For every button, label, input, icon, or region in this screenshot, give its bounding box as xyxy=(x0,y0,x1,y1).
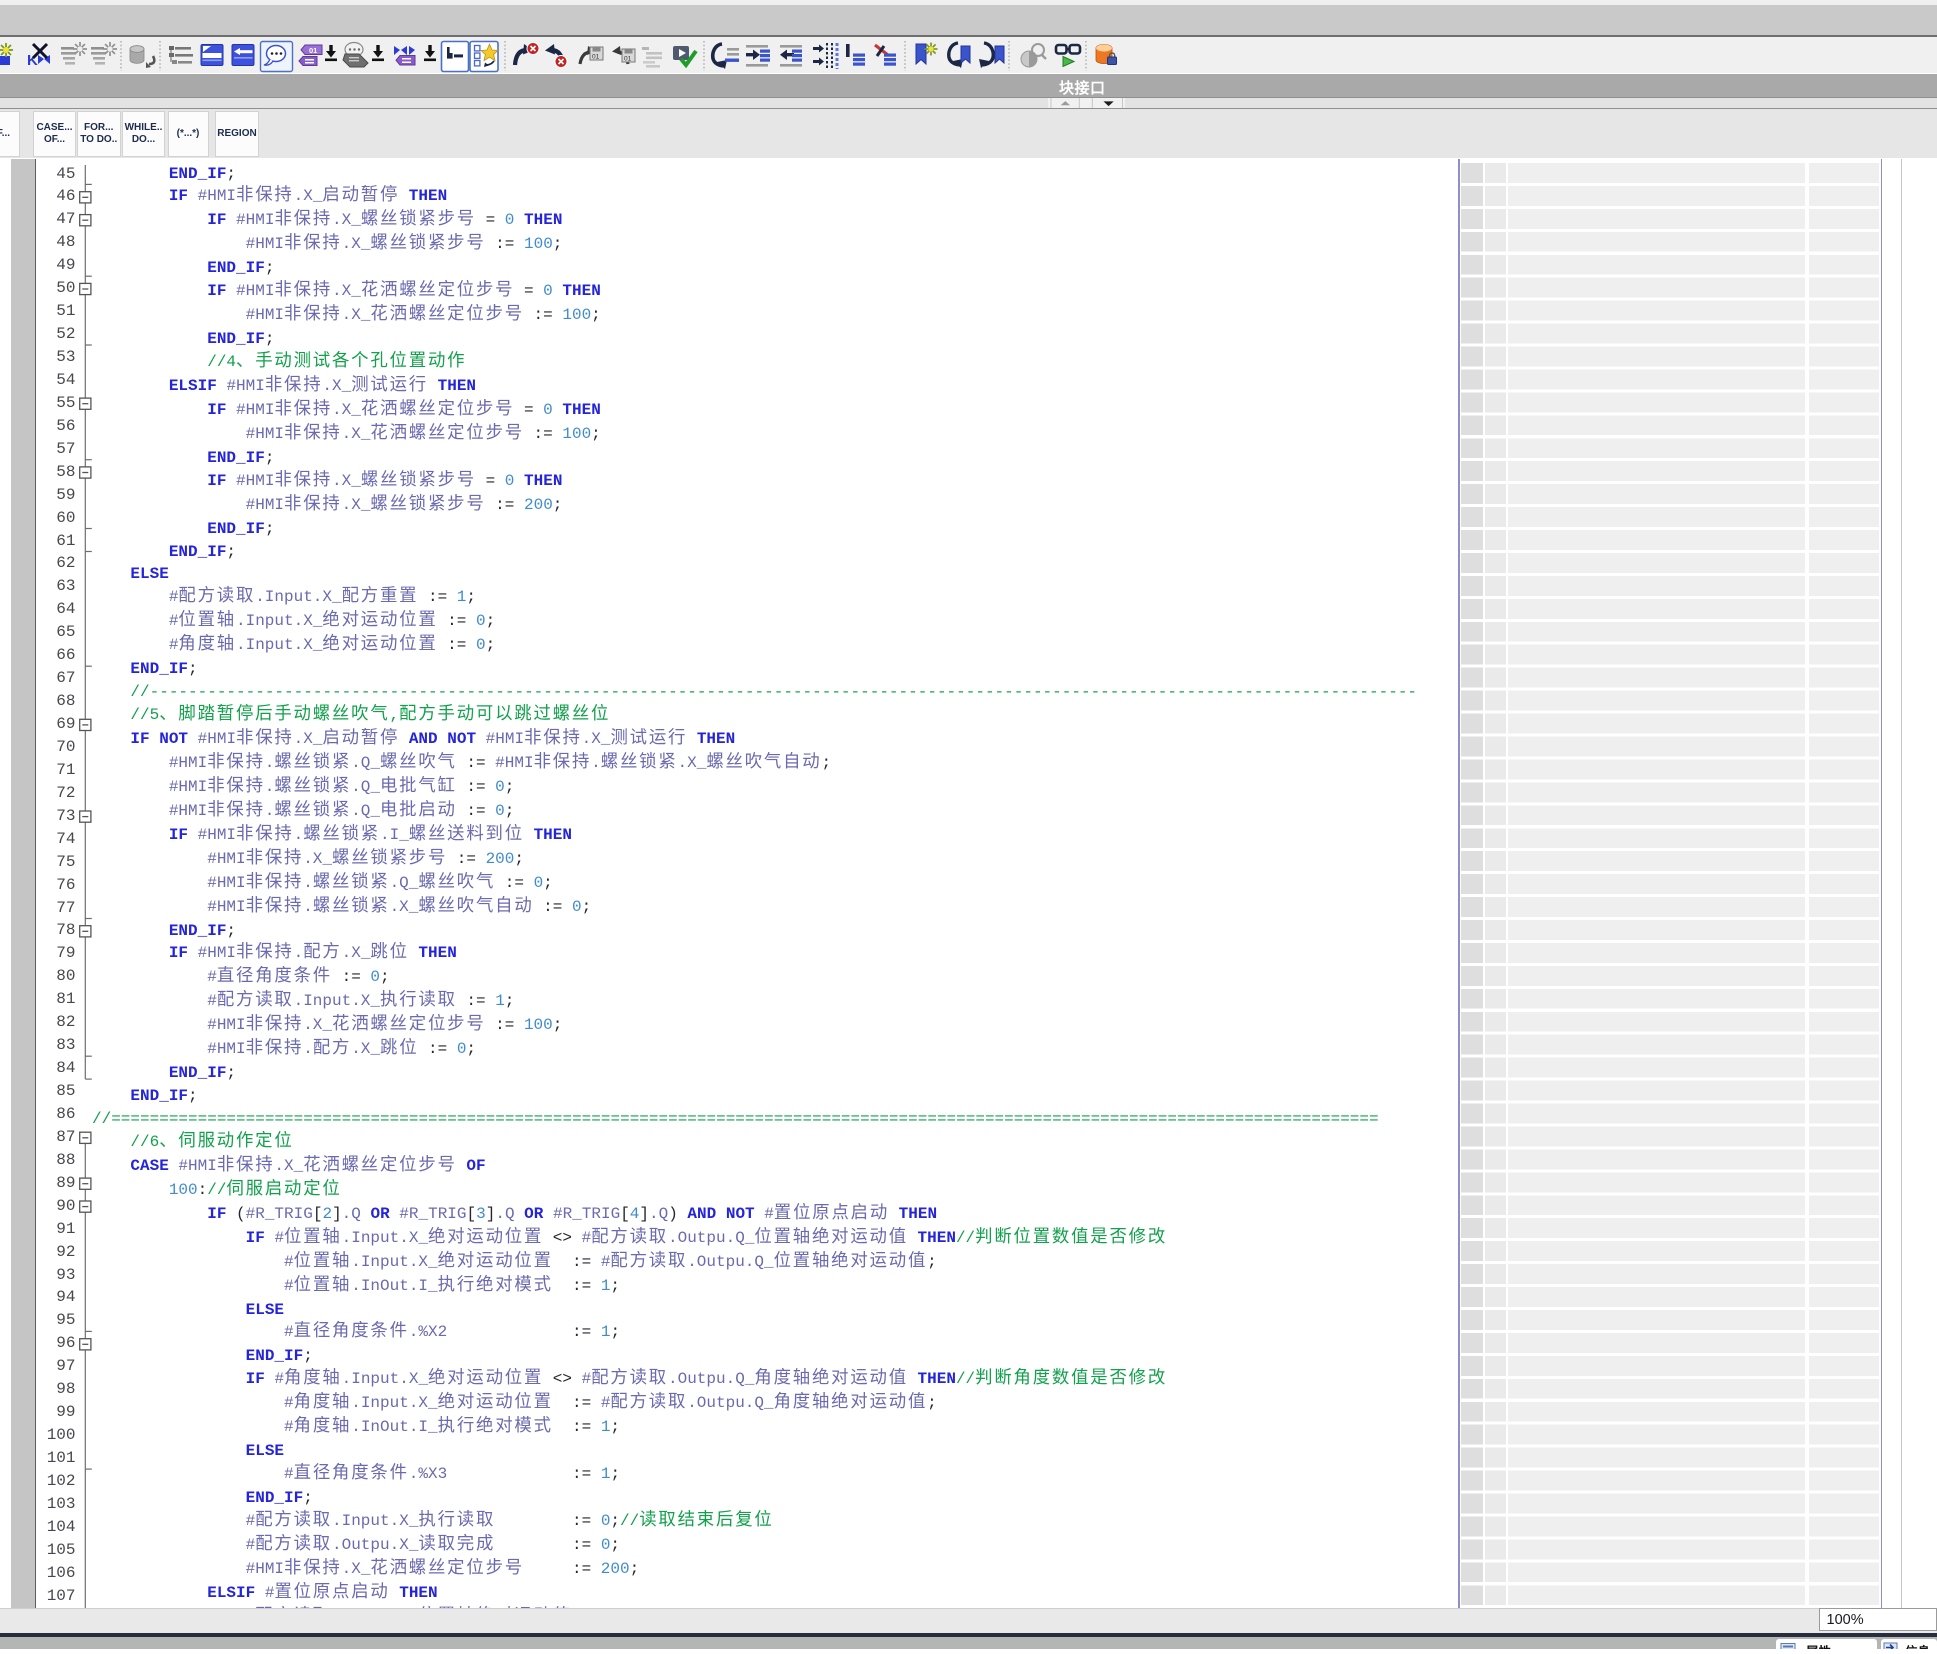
svg-text:01: 01 xyxy=(592,54,600,61)
svg-text:01: 01 xyxy=(309,46,317,55)
svg-text:01: 01 xyxy=(624,56,632,63)
